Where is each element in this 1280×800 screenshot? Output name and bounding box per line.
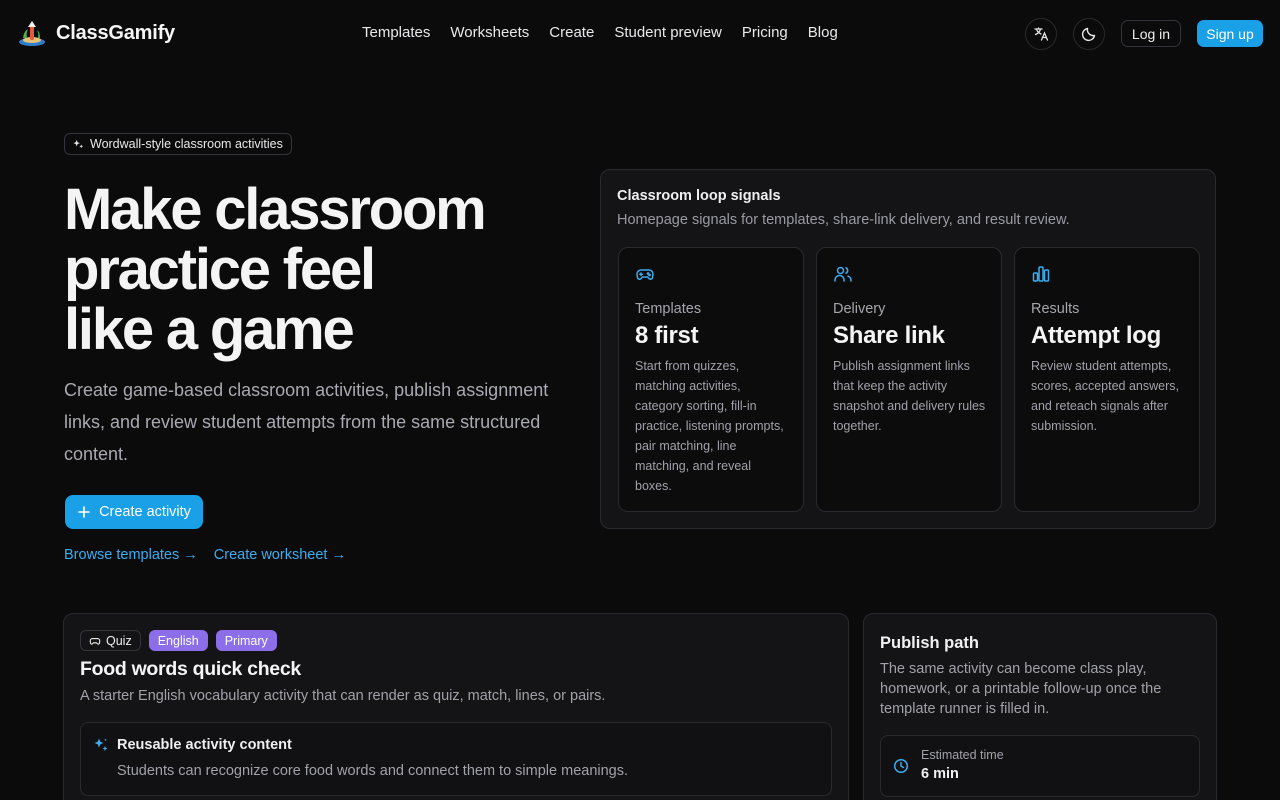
tag-quiz-label: Quiz — [106, 633, 132, 648]
signal-description: Review student attempts, scores, accepte… — [1031, 359, 1179, 433]
signal-label: Delivery — [833, 301, 886, 317]
browse-templates-link[interactable]: Browse templates → — [64, 547, 198, 563]
signals-title: Classroom loop signals — [617, 188, 781, 204]
theme-toggle-button[interactable] — [1073, 18, 1105, 50]
publish-path-description: The same activity can become class play,… — [880, 661, 1162, 717]
signup-button[interactable]: Sign up — [1197, 20, 1263, 47]
signal-card-results: Results Attempt log Review student attem… — [1014, 247, 1200, 512]
signal-description: Start from quizzes, matching activities,… — [635, 359, 784, 493]
sparkles-icon — [73, 139, 84, 148]
estimated-time-panel: Estimated time 6 min — [880, 735, 1200, 797]
signal-description: Publish assignment links that keep the a… — [833, 359, 986, 433]
sparkles-icon — [93, 737, 109, 753]
bar-chart-icon — [1031, 264, 1051, 284]
gamepad-icon — [635, 264, 655, 284]
site-header: ClassGamify Templates Worksheets Create … — [0, 0, 1280, 66]
activity-tags: Quiz English Primary — [80, 630, 277, 651]
signal-card-delivery: Delivery Share link Publish assignment l… — [816, 247, 1002, 512]
nav-create[interactable]: Create — [549, 24, 594, 41]
gamepad-icon — [89, 637, 101, 645]
activity-description: A starter English vocabulary activity th… — [80, 688, 606, 704]
plus-icon — [78, 506, 90, 518]
activity-title: Food words quick check — [80, 658, 301, 680]
classroom-signals-card: Classroom loop signals Homepage signals … — [600, 169, 1216, 529]
clock-icon — [893, 758, 909, 774]
nav-worksheets[interactable]: Worksheets — [450, 24, 529, 41]
reusable-content-panel: Reusable activity content Students can r… — [80, 722, 832, 796]
nav-pricing[interactable]: Pricing — [742, 24, 788, 41]
nav-templates[interactable]: Templates — [362, 24, 430, 41]
hero-links: Browse templates → Create worksheet → — [64, 547, 346, 563]
publish-path-card: Publish path The same activity can becom… — [863, 613, 1217, 800]
create-activity-label: Create activity — [99, 504, 191, 520]
language-button[interactable] — [1025, 18, 1057, 50]
tag-quiz: Quiz — [80, 630, 141, 651]
signal-value: Share link — [833, 322, 945, 349]
signal-label: Results — [1031, 301, 1080, 317]
hero-badge: Wordwall-style classroom activities — [64, 133, 292, 155]
brand-name: ClassGamify — [56, 21, 175, 44]
create-worksheet-link[interactable]: Create worksheet → — [214, 547, 346, 563]
users-icon — [833, 264, 853, 284]
signal-value: 8 first — [635, 322, 699, 349]
brand[interactable]: ClassGamify — [18, 19, 175, 47]
signal-label: Templates — [635, 301, 702, 317]
hero-title-line: practice feel — [64, 237, 376, 302]
login-button[interactable]: Log in — [1121, 20, 1181, 47]
hero-title-line: like a game — [64, 297, 355, 362]
translate-icon — [1034, 27, 1049, 41]
tag-subject: English — [148, 630, 208, 651]
signal-value: Attempt log — [1031, 322, 1162, 349]
create-activity-button[interactable]: Create activity — [65, 495, 203, 529]
moon-icon — [1081, 27, 1096, 42]
publish-path-title: Publish path — [880, 634, 979, 652]
hero-title: Make classroom practice feel like a game — [64, 180, 584, 360]
estimated-time-value: 6 min — [921, 766, 959, 782]
reusable-content-title: Reusable activity content — [117, 737, 292, 753]
estimated-time-label: Estimated time — [921, 748, 1004, 762]
tag-level: Primary — [215, 630, 277, 651]
activity-card[interactable]: Quiz English Primary Food words quick ch… — [63, 613, 849, 800]
hero-badge-text: Wordwall-style classroom activities — [90, 137, 283, 151]
signals-subtitle: Homepage signals for templates, share-li… — [617, 212, 1070, 228]
island-logo-icon — [18, 19, 48, 47]
reusable-content-description: Students can recognize core food words a… — [117, 763, 629, 779]
nav-student-preview[interactable]: Student preview — [614, 24, 722, 41]
signal-card-templates: Templates 8 first Start from quizzes, ma… — [618, 247, 804, 512]
hero-subtitle: Create game-based classroom activities, … — [64, 380, 549, 464]
main-nav: Templates Worksheets Create Student prev… — [362, 24, 838, 41]
nav-blog[interactable]: Blog — [808, 24, 838, 41]
hero-title-line: Make classroom — [64, 177, 487, 242]
